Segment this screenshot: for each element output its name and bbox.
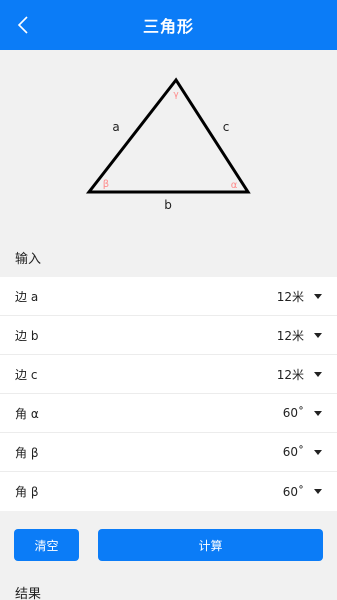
side-c-label: c [223, 120, 230, 134]
input-section-title: 输入 [15, 252, 42, 267]
row-label: 角 β [15, 485, 39, 499]
row-label: 角 β [15, 445, 39, 460]
angle-alpha-label: α [231, 180, 238, 191]
angle-beta-label: β [103, 179, 109, 190]
app-header: 三角形 [0, 0, 337, 50]
input-row-angle-alpha[interactable]: 角 α 60˚ [0, 394, 337, 433]
input-row-side-a[interactable]: 边 a 12米 [0, 277, 337, 316]
input-row-angle-beta-2[interactable]: 角 β 60˚ [0, 472, 337, 511]
row-label: 边 c [15, 367, 38, 382]
input-row-side-b[interactable]: 边 b 12米 [0, 316, 337, 355]
caret-down-icon [314, 489, 322, 494]
angle-gamma-label: γ [173, 90, 179, 100]
row-label: 边 a [15, 289, 39, 304]
calculate-button[interactable]: 计算 [98, 529, 323, 561]
triangle-shape [85, 77, 251, 194]
caret-down-icon [314, 293, 322, 299]
row-value-dropdown[interactable]: 60˚ [283, 445, 322, 459]
row-value: 12米 [276, 367, 304, 382]
caret-down-icon [314, 332, 322, 338]
row-label: 角 α [15, 406, 39, 421]
triangle-svg: a c b γ β α [85, 77, 251, 212]
page-title: 三角形 [142, 17, 194, 36]
row-value: 60˚ [282, 484, 304, 499]
side-b-label: b [164, 198, 172, 212]
input-row-side-c[interactable]: 边 c 12米 [0, 355, 337, 394]
back-button[interactable] [12, 14, 34, 36]
result-section-title: 结果 [15, 587, 42, 600]
row-value: 12米 [276, 328, 304, 343]
row-value-dropdown[interactable]: 60˚ [283, 485, 322, 499]
caret-down-icon [314, 371, 322, 377]
row-value: 60˚ [282, 406, 304, 420]
row-label: 边 b [15, 328, 39, 343]
row-value: 12米 [276, 289, 304, 304]
input-row-angle-beta[interactable]: 角 β 60˚ [0, 433, 337, 472]
input-list: 边 a 12米 边 b 12米 边 c 12米 角 α 60˚ 角 β 60˚ [0, 277, 337, 511]
chevron-left-icon [17, 16, 28, 34]
triangle-diagram: a c b γ β α [0, 50, 337, 225]
row-value-dropdown[interactable]: 12米 [277, 327, 322, 344]
caret-down-icon [314, 449, 322, 455]
row-value-dropdown[interactable]: 12米 [277, 288, 322, 305]
clear-button[interactable]: 清空 [14, 529, 79, 561]
row-value: 60˚ [282, 445, 304, 459]
row-value-dropdown[interactable]: 60˚ [283, 406, 322, 420]
row-value-dropdown[interactable]: 12米 [277, 366, 322, 383]
caret-down-icon [314, 410, 322, 416]
side-a-label: a [112, 120, 119, 134]
